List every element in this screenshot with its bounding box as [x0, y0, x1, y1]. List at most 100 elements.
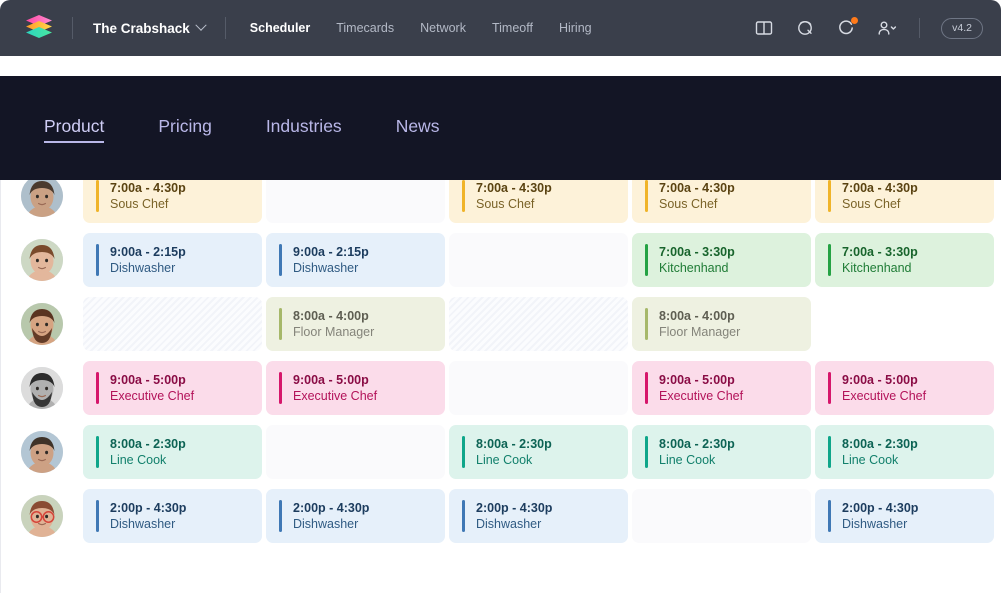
shift-card[interactable]: 9:00a - 2:15pDishwasher [266, 233, 445, 287]
shift-card[interactable]: 9:00a - 5:00pExecutive Chef [632, 361, 811, 415]
schedule-row-cells: 9:00a - 5:00pExecutive Chef9:00a - 5:00p… [83, 356, 1001, 420]
shift-card[interactable]: 2:00p - 4:30pDishwasher [449, 489, 628, 543]
shift-cell[interactable]: 7:00a - 4:30pSous Chef [449, 180, 628, 223]
shift-card[interactable]: 7:00a - 4:30pSous Chef [815, 180, 994, 223]
shift-color-bar [279, 500, 282, 532]
shift-time: 7:00a - 4:30p [476, 180, 552, 196]
shift-card[interactable]: 8:00a - 2:30pLine Cook [815, 425, 994, 479]
site-nav-item-product[interactable]: Product [44, 116, 104, 141]
shift-card[interactable]: 9:00a - 5:00pExecutive Chef [815, 361, 994, 415]
shift-time: 9:00a - 2:15p [293, 244, 369, 261]
shift-card[interactable]: 9:00a - 5:00pExecutive Chef [83, 361, 262, 415]
user-chevron-icon[interactable] [876, 17, 898, 39]
shift-role: Dishwasher [842, 516, 918, 533]
shift-cell[interactable]: 7:00a - 3:30pKitchenhand [632, 233, 811, 287]
avatar[interactable] [21, 367, 63, 409]
empty-shift-cell[interactable] [815, 297, 994, 351]
shift-card[interactable]: 8:00a - 4:00pFloor Manager [632, 297, 811, 351]
schedule-row: 9:00a - 5:00pExecutive Chef9:00a - 5:00p… [0, 356, 1001, 420]
shift-cell[interactable]: 9:00a - 5:00pExecutive Chef [632, 361, 811, 415]
shift-cell[interactable]: 9:00a - 2:15pDishwasher [83, 233, 262, 287]
book-icon[interactable] [753, 17, 775, 39]
shift-card[interactable]: 8:00a - 4:00pFloor Manager [266, 297, 445, 351]
shift-card[interactable]: 8:00a - 2:30pLine Cook [83, 425, 262, 479]
shift-card[interactable]: 2:00p - 4:30pDishwasher [83, 489, 262, 543]
shift-role: Executive Chef [842, 388, 926, 405]
shift-card[interactable]: 7:00a - 4:30pSous Chef [632, 180, 811, 223]
app-nav-item-network[interactable]: Network [420, 21, 466, 35]
shift-cell[interactable]: 2:00p - 4:30pDishwasher [83, 489, 262, 543]
schedule-row-cells: 7:00a - 4:30pSous Chef7:00a - 4:30pSous … [83, 180, 1001, 228]
shift-card[interactable]: 8:00a - 2:30pLine Cook [632, 425, 811, 479]
layers-logo-icon[interactable] [24, 13, 54, 43]
shift-time: 8:00a - 4:00p [659, 308, 740, 325]
shift-role: Dishwasher [110, 516, 186, 533]
shift-cell[interactable]: 7:00a - 4:30pSous Chef [632, 180, 811, 223]
shift-color-bar [645, 180, 648, 212]
shift-cell[interactable]: 2:00p - 4:30pDishwasher [815, 489, 994, 543]
shift-card[interactable]: 7:00a - 3:30pKitchenhand [632, 233, 811, 287]
shift-cell[interactable]: 9:00a - 5:00pExecutive Chef [815, 361, 994, 415]
empty-shift-cell[interactable] [266, 425, 445, 479]
shift-cell[interactable]: 8:00a - 2:30pLine Cook [449, 425, 628, 479]
shift-role: Executive Chef [293, 388, 377, 405]
shift-card[interactable]: 8:00a - 2:30pLine Cook [449, 425, 628, 479]
shift-time: 8:00a - 4:00p [293, 308, 374, 325]
shift-color-bar [828, 436, 831, 468]
app-nav-item-hiring[interactable]: Hiring [559, 21, 592, 35]
shift-card[interactable]: 2:00p - 4:30pDishwasher [815, 489, 994, 543]
empty-shift-cell[interactable] [449, 297, 628, 351]
schedule-row-cells: 8:00a - 4:00pFloor Manager8:00a - 4:00pF… [83, 292, 1001, 356]
shift-cell[interactable]: 9:00a - 5:00pExecutive Chef [266, 361, 445, 415]
empty-shift-cell[interactable] [83, 297, 262, 351]
shift-cell[interactable]: 8:00a - 2:30pLine Cook [815, 425, 994, 479]
divider [919, 18, 920, 38]
shift-cell[interactable]: 7:00a - 4:30pSous Chef [815, 180, 994, 223]
shift-role: Executive Chef [659, 388, 743, 405]
avatar[interactable] [21, 495, 63, 537]
site-nav-item-pricing[interactable]: Pricing [158, 116, 212, 141]
app-nav-item-timecards[interactable]: Timecards [336, 21, 394, 35]
shift-card[interactable]: 2:00p - 4:30pDishwasher [266, 489, 445, 543]
shift-cell[interactable]: 8:00a - 2:30pLine Cook [632, 425, 811, 479]
avatar[interactable] [21, 303, 63, 345]
shift-role: Dishwasher [293, 516, 369, 533]
shift-cell[interactable]: 9:00a - 2:15pDishwasher [266, 233, 445, 287]
avatar[interactable] [21, 431, 63, 473]
empty-shift-cell[interactable] [449, 361, 628, 415]
shift-time: 2:00p - 4:30p [842, 500, 918, 517]
shift-card[interactable]: 7:00a - 4:30pSous Chef [449, 180, 628, 223]
support-orbit-icon[interactable] [794, 17, 816, 39]
employee-avatar-cell [0, 292, 83, 356]
app-nav-item-scheduler[interactable]: Scheduler [250, 21, 310, 35]
shift-cell[interactable]: 7:00a - 4:30pSous Chef [83, 180, 262, 223]
shift-time: 2:00p - 4:30p [476, 500, 552, 517]
shift-card[interactable]: 7:00a - 3:30pKitchenhand [815, 233, 994, 287]
shift-color-bar [645, 372, 648, 404]
shift-cell[interactable]: 9:00a - 5:00pExecutive Chef [83, 361, 262, 415]
site-nav-item-news[interactable]: News [396, 116, 440, 141]
avatar[interactable] [21, 239, 63, 281]
shift-cell[interactable]: 2:00p - 4:30pDishwasher [449, 489, 628, 543]
shift-cell[interactable]: 2:00p - 4:30pDishwasher [266, 489, 445, 543]
site-nav-item-industries[interactable]: Industries [266, 116, 342, 141]
empty-shift-cell[interactable] [449, 233, 628, 287]
shift-time: 9:00a - 5:00p [659, 372, 743, 389]
refresh-icon[interactable] [835, 17, 857, 39]
shift-role: Floor Manager [659, 324, 740, 341]
shift-time: 7:00a - 4:30p [110, 180, 186, 196]
shift-card[interactable]: 9:00a - 2:15pDishwasher [83, 233, 262, 287]
shift-cell[interactable]: 7:00a - 3:30pKitchenhand [815, 233, 994, 287]
shift-color-bar [96, 244, 99, 276]
empty-shift-cell[interactable] [266, 180, 445, 223]
shift-time: 7:00a - 4:30p [659, 180, 735, 196]
app-nav-item-timeoff[interactable]: Timeoff [492, 21, 533, 35]
shift-cell[interactable]: 8:00a - 4:00pFloor Manager [266, 297, 445, 351]
shift-card[interactable]: 9:00a - 5:00pExecutive Chef [266, 361, 445, 415]
avatar[interactable] [21, 180, 63, 217]
shift-card[interactable]: 7:00a - 4:30pSous Chef [83, 180, 262, 223]
shift-cell[interactable]: 8:00a - 4:00pFloor Manager [632, 297, 811, 351]
empty-shift-cell[interactable] [632, 489, 811, 543]
shift-cell[interactable]: 8:00a - 2:30pLine Cook [83, 425, 262, 479]
org-switcher[interactable]: The Crabshack [73, 21, 225, 36]
